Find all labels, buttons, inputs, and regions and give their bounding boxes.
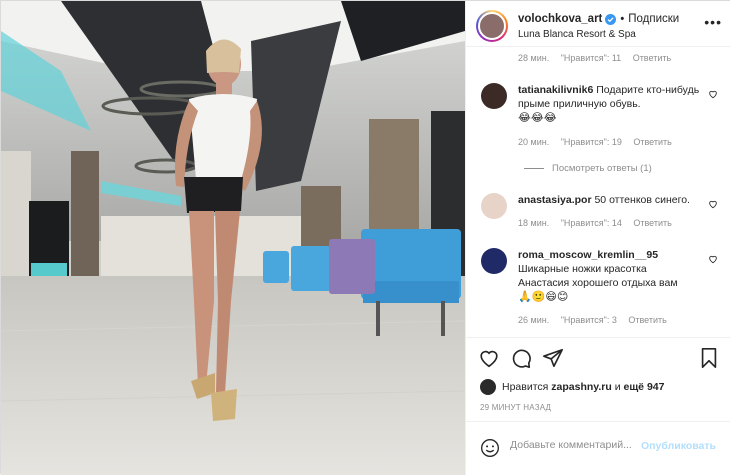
comment-time: 26 мин. [518, 315, 550, 325]
replies-divider [524, 167, 544, 169]
comments-list[interactable]: 28 мин. "Нравится": 11 Ответить tatianak… [466, 47, 730, 337]
reply-button[interactable]: Ответить [633, 137, 671, 147]
comment-meta: 28 мин. "Нравится": 11 Ответить [518, 53, 680, 63]
comment-meta: 20 мин. "Нравится": 19 Ответить [518, 137, 681, 147]
comment-username[interactable]: tatianakilivnik6 [518, 84, 593, 96]
author-username[interactable]: volochkova_art [518, 13, 602, 25]
comment-likes[interactable]: "Нравится": 3 [561, 315, 617, 325]
comment-input[interactable] [510, 439, 640, 451]
comment-time: 20 мин. [518, 137, 550, 147]
following-button[interactable]: Подписки [628, 13, 679, 25]
comment-meta: 26 мин. "Нравится": 3 Ответить [518, 315, 676, 325]
comment-text: Шикарные ножки красотка Анастасия хороше… [518, 263, 678, 289]
separator-dot: • [620, 13, 625, 25]
view-replies-label: Посмотреть ответы (1) [552, 163, 652, 174]
emoji-picker-icon[interactable] [480, 438, 500, 458]
reply-button[interactable]: Ответить [628, 315, 666, 325]
post-actions-bar [466, 337, 730, 377]
comment-avatar[interactable] [481, 248, 507, 274]
liker-username[interactable]: zapashny.ru [551, 381, 612, 393]
comment-text: 50 оттенков синего. [594, 194, 690, 206]
comment-username[interactable]: roma_moscow_kremlin__95 [518, 249, 658, 261]
post-timestamp[interactable]: 29 МИНУТ НАЗАД [480, 403, 551, 412]
more-options-icon[interactable]: ••• [704, 15, 722, 29]
author-row: volochkova_art • Подписки [518, 13, 679, 25]
likes-prefix: Нравится [502, 381, 549, 393]
comment-avatar[interactable] [481, 193, 507, 219]
author-avatar[interactable] [476, 10, 508, 42]
instagram-post-view: volochkova_art • Подписки Luna Blanca Re… [0, 0, 730, 475]
comment-body: anastasiya.por 50 оттенков синего. [518, 193, 700, 207]
comment-body: roma_moscow_kremlin__95 Шикарные ножки к… [518, 248, 700, 304]
like-heart-icon[interactable] [478, 347, 500, 369]
view-replies-button[interactable]: Посмотреть ответы (1) [524, 163, 652, 174]
comment-meta: 18 мин. "Нравится": 14 Ответить [518, 218, 681, 228]
likes-and: и [614, 381, 621, 393]
verified-badge-icon [605, 13, 617, 25]
post-photo[interactable] [1, 1, 465, 475]
post-sidebar: volochkova_art • Подписки Luna Blanca Re… [465, 1, 730, 475]
comment-likes[interactable]: "Нравится": 11 [561, 53, 621, 63]
add-comment-form: Опубликовать [466, 421, 730, 475]
comment-emoji: 😂😂😂 [518, 111, 557, 124]
comment-likes[interactable]: "Нравится": 14 [561, 218, 622, 228]
photo-illustration [1, 1, 465, 475]
comment-time: 18 мин. [518, 218, 550, 228]
post-location[interactable]: Luna Blanca Resort & Spa [518, 29, 636, 40]
comment-body: tatianakilivnik6 Подарите кто-нибудь пры… [518, 83, 700, 125]
comment-username[interactable]: anastasiya.por [518, 194, 592, 206]
post-header: volochkova_art • Подписки Luna Blanca Re… [466, 1, 730, 47]
comment-time: 28 мин. [518, 53, 550, 63]
save-bookmark-icon[interactable] [698, 347, 720, 369]
comment-like-heart-icon[interactable] [708, 199, 718, 209]
likes-summary: Нравится zapashny.ru и ещё 947 [480, 379, 664, 395]
share-send-icon[interactable] [542, 347, 564, 369]
reply-button[interactable]: Ответить [633, 53, 671, 63]
comment-like-heart-icon[interactable] [708, 254, 718, 264]
comment-avatar[interactable] [481, 83, 507, 109]
liker-avatar[interactable] [480, 379, 496, 395]
publish-button[interactable]: Опубликовать [641, 440, 716, 452]
comment-emoji: 🙏🙂😄😊 [518, 290, 569, 303]
likes-count-link[interactable]: ещё 947 [623, 381, 664, 393]
comment-bubble-icon[interactable] [510, 347, 532, 369]
reply-button[interactable]: Ответить [633, 218, 671, 228]
comment-likes[interactable]: "Нравится": 19 [561, 137, 622, 147]
comment-like-heart-icon[interactable] [708, 89, 718, 99]
